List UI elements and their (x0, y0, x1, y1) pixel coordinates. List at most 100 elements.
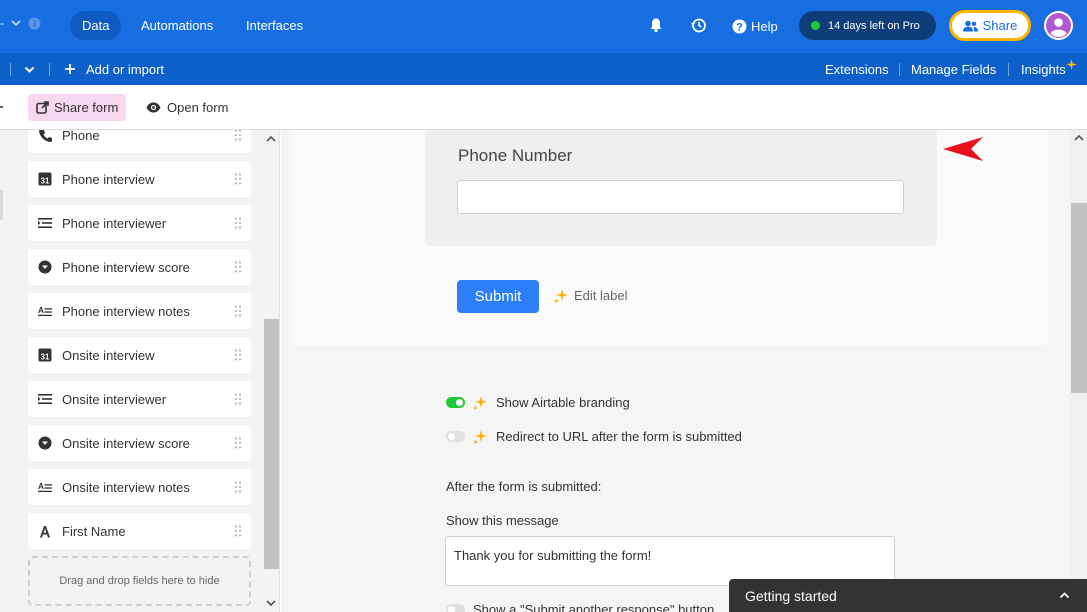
drag-handle-icon[interactable] (235, 349, 241, 361)
branding-label: Show Airtable branding (496, 395, 630, 410)
help-icon: ? (732, 19, 747, 34)
field-item[interactable]: 31 Phone interview (28, 161, 251, 197)
edit-label-button[interactable]: Edit label (554, 288, 627, 303)
drag-handle-icon[interactable] (235, 393, 241, 405)
dash-icon (0, 106, 3, 108)
svg-text:31: 31 (41, 177, 50, 186)
getting-started-panel[interactable]: Getting started (729, 579, 1087, 612)
field-label: Onsite interview score (62, 435, 190, 451)
form-card: Phone Number Submit Edit label (292, 130, 1048, 346)
redirect-toggle[interactable] (446, 431, 465, 442)
trial-label: 14 days left on Pro (828, 19, 920, 32)
field-item[interactable]: Onsite interview score (28, 425, 251, 461)
text-icon (38, 524, 52, 538)
scroll-up-icon[interactable] (1073, 133, 1085, 143)
chevron-down-icon (24, 66, 35, 73)
field-item[interactable]: Phone interview score (28, 249, 251, 285)
share-button[interactable]: Share (949, 10, 1031, 41)
form-field-phone-number[interactable]: Phone Number (425, 130, 937, 246)
drag-handle-icon[interactable] (235, 261, 241, 273)
hide-fields-dropzone[interactable]: Drag and drop fields here to hide (28, 556, 251, 606)
info-icon[interactable] (28, 17, 41, 30)
user-avatar-icon (1046, 13, 1071, 38)
field-label: Phone interview (62, 171, 155, 187)
field-item[interactable]: A Phone interview notes (28, 293, 251, 329)
field-item[interactable]: Phone (28, 130, 251, 153)
field-label: First Name (62, 523, 126, 539)
pointer-arrow-icon (943, 137, 983, 161)
manage-fields-button[interactable]: Manage Fields (911, 53, 996, 85)
sidebar-scrollbar-thumb[interactable] (264, 319, 279, 569)
field-label: Onsite interview (62, 347, 155, 363)
dash-icon: - (0, 16, 4, 30)
share-form-button[interactable]: Share form (28, 94, 127, 121)
main-scrollbar-thumb[interactable] (1071, 203, 1087, 393)
bell-icon[interactable] (644, 13, 668, 37)
scroll-down-icon[interactable] (265, 598, 277, 608)
add-or-import-button[interactable]: Add or import (64, 53, 164, 85)
collaborator-icon (38, 392, 52, 406)
svg-text:A: A (38, 481, 44, 491)
table-toolbar: Add or import Extensions Manage Fields I… (0, 53, 1087, 85)
field-item[interactable]: A Onsite interview notes (28, 469, 251, 505)
field-label: Phone interviewer (62, 215, 167, 231)
scroll-up-icon[interactable] (265, 134, 277, 144)
field-item[interactable]: 31 Onsite interview (28, 337, 251, 373)
svg-text:?: ? (736, 22, 743, 34)
calendar-icon: 31 (38, 348, 52, 362)
toolbar-divider (1008, 63, 1009, 76)
field-item[interactable]: First Name (28, 513, 251, 549)
single-select-icon (38, 260, 52, 274)
insights-button[interactable]: Insights (1021, 53, 1077, 85)
chevron-up-icon[interactable] (1058, 589, 1071, 602)
edit-label-text: Edit label (574, 288, 628, 303)
submit-another-label: Show a "Submit another response" button (473, 602, 715, 612)
field-label: Phone interview score (62, 259, 190, 275)
branding-toggle[interactable] (446, 397, 465, 408)
insights-label: Insights (1021, 61, 1066, 77)
svg-text:31: 31 (41, 353, 50, 362)
drag-handle-icon[interactable] (235, 481, 241, 493)
chevron-down-icon[interactable] (10, 17, 22, 29)
drag-handle-icon[interactable] (235, 525, 241, 537)
drag-handle-icon[interactable] (235, 437, 241, 449)
tables-dropdown[interactable] (23, 53, 36, 85)
tab-interfaces[interactable]: Interfaces (234, 11, 315, 40)
top-bar: - Data Automations Interfaces ? Help 14 … (0, 0, 1087, 53)
open-form-button[interactable]: Open form (146, 94, 228, 121)
phone-number-input[interactable] (457, 180, 904, 214)
open-form-label: Open form (167, 100, 229, 115)
sparkle-icon (1065, 58, 1077, 70)
eye-icon (146, 102, 161, 113)
field-item[interactable]: Phone interviewer (28, 205, 251, 241)
base-menu[interactable]: - (0, 16, 41, 30)
tab-data[interactable]: Data (70, 11, 122, 40)
extensions-button[interactable]: Extensions (825, 53, 889, 85)
help-button[interactable]: ? Help (732, 0, 778, 53)
drag-handle-icon[interactable] (235, 217, 241, 229)
form-fields-sidebar: Phone 31 Phone interview Phone interview… (0, 130, 280, 612)
single-select-icon (38, 436, 52, 450)
panel-edge (0, 190, 3, 220)
sparkle-icon (473, 430, 487, 444)
drag-handle-icon[interactable] (235, 173, 241, 185)
submit-another-toggle[interactable] (446, 604, 465, 612)
share-form-label: Share form (54, 100, 119, 115)
avatar[interactable] (1044, 11, 1073, 40)
add-or-import-label: Add or import (86, 61, 165, 77)
status-dot-icon (811, 21, 820, 30)
branding-toggle-row[interactable]: Show Airtable branding (446, 395, 630, 410)
redirect-label: Redirect to URL after the form is submit… (496, 429, 742, 444)
history-icon[interactable] (686, 13, 710, 37)
submit-another-toggle-row[interactable]: Show a "Submit another response" button (446, 602, 714, 612)
submit-button[interactable]: Submit (457, 280, 539, 313)
trial-badge[interactable]: 14 days left on Pro (799, 11, 936, 40)
field-item[interactable]: Onsite interviewer (28, 381, 251, 417)
form-field-label: Phone Number (458, 146, 573, 165)
drag-handle-icon[interactable] (235, 130, 241, 141)
drag-handle-icon[interactable] (235, 305, 241, 317)
tab-automations[interactable]: Automations (129, 11, 225, 40)
redirect-toggle-row[interactable]: Redirect to URL after the form is submit… (446, 429, 742, 444)
share-label: Share (982, 18, 1018, 33)
long-text-icon: A (38, 480, 52, 494)
